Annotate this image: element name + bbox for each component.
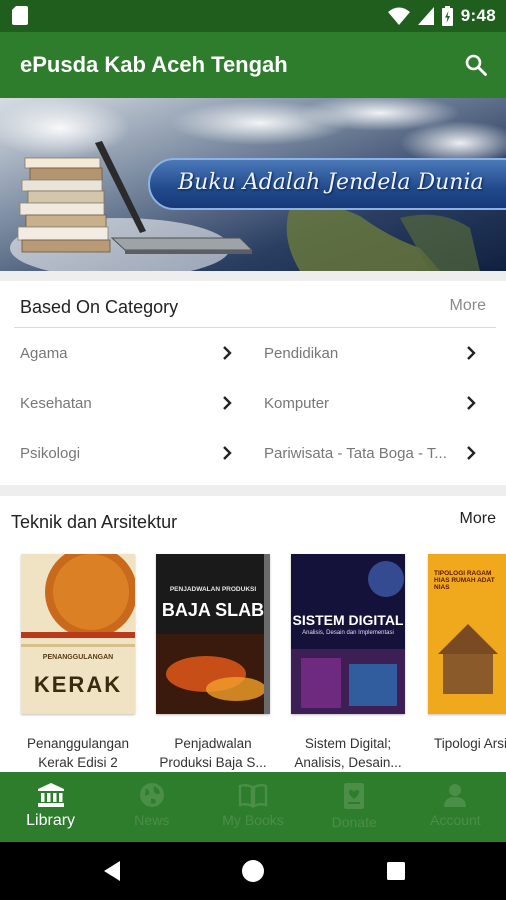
nav-news[interactable]: News bbox=[101, 772, 202, 842]
chevron-right-icon bbox=[467, 346, 476, 360]
search-icon bbox=[465, 54, 487, 76]
signal-icon bbox=[417, 7, 434, 25]
chevron-right-icon bbox=[467, 396, 476, 410]
globe-icon bbox=[139, 783, 164, 807]
book-cover-title: PENJADWALAN PRODUKSI bbox=[169, 586, 257, 593]
book-item[interactable]: TIPOLOGI RAGAM HIAS RUMAH ADAT NIAS Tipo… bbox=[408, 554, 506, 753]
category-card: Based On Category More Agama Pendidikan … bbox=[0, 281, 506, 485]
book-cover-big-text: BAJA SLAB bbox=[161, 600, 265, 620]
category-item-psikologi[interactable]: Psikologi bbox=[20, 435, 236, 471]
system-navigation-bar bbox=[0, 842, 506, 900]
category-item-komputer[interactable]: Komputer bbox=[264, 385, 480, 421]
nav-label: My Books bbox=[222, 812, 284, 828]
category-item-pendidikan[interactable]: Pendidikan bbox=[264, 335, 480, 371]
book-item[interactable]: SISTEM DIGITAL Analisis, Desain dan Impl… bbox=[273, 554, 423, 772]
book-title: Tipologi Arsitektur... bbox=[434, 736, 506, 751]
divider bbox=[14, 327, 496, 328]
account-icon bbox=[444, 784, 467, 807]
book-title: Sistem Digital; Analisis, Desain... bbox=[294, 736, 402, 770]
nav-label: Account bbox=[430, 812, 481, 828]
promo-banner[interactable]: Buku Adalah Jendela Dunia bbox=[0, 98, 506, 271]
chevron-right-icon bbox=[223, 396, 232, 410]
banner-slogan: Buku Adalah Jendela Dunia bbox=[178, 170, 484, 195]
book-cover: TIPOLOGI RAGAM HIAS RUMAH ADAT NIAS bbox=[428, 554, 506, 714]
book-cover-subtitle: Analisis, Desain dan Implementasi bbox=[302, 630, 394, 636]
status-bar: 9:48 bbox=[0, 0, 506, 32]
book-item[interactable]: PENJADWALAN PRODUKSI BAJA SLAB Penjadwal… bbox=[138, 554, 288, 772]
nav-account[interactable]: Account bbox=[405, 772, 506, 842]
books-section: Teknik dan Arsitektur More PENANGGULANGA… bbox=[0, 496, 506, 772]
books-section-heading: Teknik dan Arsitektur bbox=[11, 512, 178, 532]
book-title: Penanggulangan Kerak Edisi 2 bbox=[26, 736, 130, 770]
recents-icon[interactable] bbox=[384, 859, 408, 883]
book-item[interactable]: PENANGGULANGAN KERAK Penanggulangan Kera… bbox=[3, 554, 153, 772]
open-book-icon bbox=[238, 784, 268, 808]
back-icon[interactable] bbox=[100, 859, 124, 883]
category-item-label: Pendidikan bbox=[264, 344, 339, 362]
chevron-right-icon bbox=[467, 446, 476, 460]
nav-label: News bbox=[134, 812, 170, 828]
book-cover: PENANGGULANGAN KERAK bbox=[21, 554, 135, 714]
category-item-kesehatan[interactable]: Kesehatan bbox=[20, 385, 236, 421]
nav-donate[interactable]: Donate bbox=[304, 772, 405, 842]
book-cover-title: SISTEM DIGITAL bbox=[292, 612, 404, 628]
bottom-navigation: Library News My Books Donate Account bbox=[0, 772, 506, 842]
category-item-label: Pariwisata - Tata Boga - T... bbox=[264, 444, 447, 462]
book-cover-big-text: KERAK bbox=[33, 672, 123, 697]
category-item-label: Komputer bbox=[264, 394, 330, 412]
category-more-link[interactable]: More bbox=[450, 297, 486, 315]
chevron-right-icon bbox=[223, 346, 232, 360]
chevron-right-icon bbox=[223, 446, 232, 460]
donate-book-icon bbox=[344, 783, 365, 809]
category-item-label: Kesehatan bbox=[20, 394, 92, 412]
book-cover: PENJADWALAN PRODUKSI BAJA SLAB bbox=[156, 554, 270, 714]
wifi-icon bbox=[387, 7, 410, 25]
clock: 9:48 bbox=[460, 6, 496, 25]
category-item-agama[interactable]: Agama bbox=[20, 335, 236, 371]
nav-label: Donate bbox=[331, 814, 377, 830]
nav-library[interactable]: Library bbox=[0, 772, 101, 842]
category-item-label: Psikologi bbox=[20, 444, 81, 462]
home-icon[interactable] bbox=[241, 859, 265, 883]
sd-card-icon bbox=[12, 6, 28, 25]
battery-icon bbox=[441, 6, 453, 26]
nav-label: Library bbox=[26, 812, 76, 829]
book-cover-title: TIPOLOGI RAGAM HIAS RUMAH ADAT NIAS bbox=[434, 570, 495, 591]
app-bar: ePusda Kab Aceh Tengah bbox=[0, 32, 506, 98]
book-cover: SISTEM DIGITAL Analisis, Desain dan Impl… bbox=[291, 554, 405, 714]
nav-my-books[interactable]: My Books bbox=[202, 772, 303, 842]
library-icon bbox=[37, 783, 64, 807]
search-button[interactable] bbox=[460, 49, 492, 81]
book-title: Penjadwalan Produksi Baja S... bbox=[159, 736, 267, 770]
book-stack-illustration bbox=[17, 157, 111, 253]
book-cover-title: PENANGGULANGAN bbox=[42, 654, 114, 661]
category-item-pariwisata[interactable]: Pariwisata - Tata Boga - T... bbox=[264, 435, 480, 471]
category-item-label: Agama bbox=[20, 344, 68, 362]
app-title: ePusda Kab Aceh Tengah bbox=[20, 52, 288, 77]
category-heading: Based On Category bbox=[20, 297, 179, 317]
books-more-link[interactable]: More bbox=[460, 510, 496, 528]
